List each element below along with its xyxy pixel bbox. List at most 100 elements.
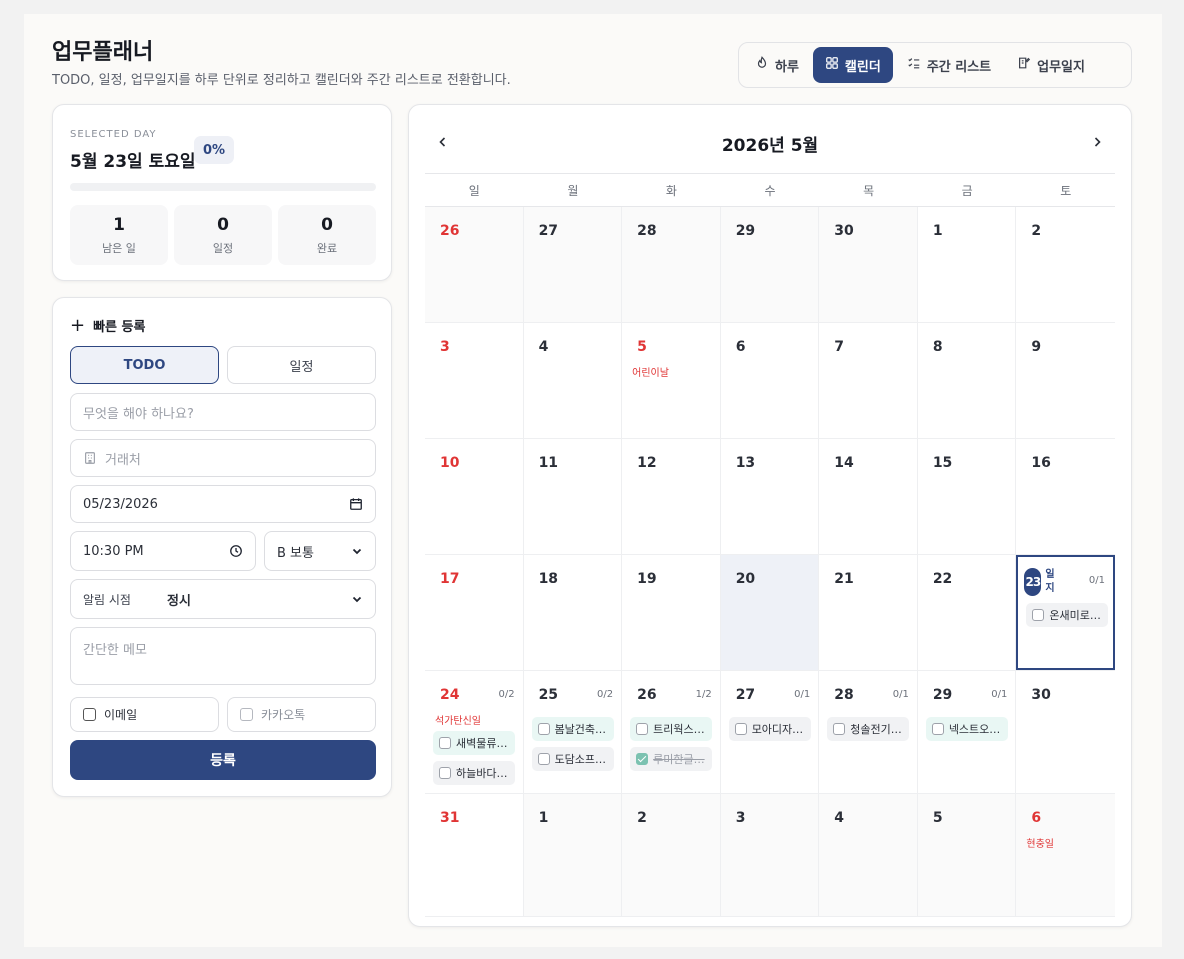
- calendar-day-cell[interactable]: 24 석가탄신일 0/2 새벽물류… 하늘바다…: [425, 671, 524, 793]
- tab-day[interactable]: 하루: [743, 47, 811, 83]
- calendar-task-chip[interactable]: 봄날건축…: [531, 717, 614, 741]
- tab-work-log-label: 업무일지: [1037, 59, 1085, 75]
- tab-weekly-list[interactable]: 주간 리스트: [895, 47, 1003, 83]
- calendar-task-chip[interactable]: 도담소프…: [531, 747, 614, 771]
- flame-icon: [755, 56, 769, 74]
- kakao-label: 카카오톡: [261, 708, 306, 722]
- task-input[interactable]: 무엇을 해야 하나요?: [70, 393, 376, 431]
- calendar-day-cell[interactable]: 30: [1016, 671, 1115, 793]
- task-checkbox[interactable]: [439, 737, 451, 749]
- calendar-day-cell[interactable]: 26: [425, 207, 524, 322]
- calendar-task-chip[interactable]: 새벽물류…: [433, 731, 515, 755]
- calendar-day-cell[interactable]: 27 0/1 모아디자…: [720, 671, 820, 793]
- day-number: 29: [735, 223, 756, 239]
- calendar-day-cell[interactable]: 8: [917, 323, 1017, 438]
- calendar-day-cell[interactable]: 6 현충일: [1016, 794, 1115, 916]
- calendar-day-cell[interactable]: 16: [1016, 439, 1115, 554]
- type-todo-button[interactable]: TODO: [70, 346, 219, 384]
- calendar-day-cell[interactable]: 3: [425, 323, 524, 438]
- calendar-task-chip[interactable]: 하늘바다…: [433, 761, 515, 785]
- type-schedule-button[interactable]: 일정: [227, 346, 376, 384]
- calendar-day-cell[interactable]: 1: [917, 207, 1017, 322]
- task-checkbox[interactable]: [636, 753, 649, 765]
- tab-calendar[interactable]: 캘린더: [812, 47, 893, 83]
- calendar-day-cell[interactable]: 15: [917, 439, 1017, 554]
- time-input[interactable]: 10:30 PM: [70, 531, 256, 571]
- calendar-day-cell[interactable]: 2: [622, 794, 721, 916]
- calendar-day-cell[interactable]: 4: [523, 323, 623, 438]
- calendar-day-cell[interactable]: 14: [819, 439, 918, 554]
- day-number: 29: [932, 687, 953, 703]
- calendar-day-cell[interactable]: 5: [917, 794, 1017, 916]
- calendar-task-chip[interactable]: 온새미로…: [1026, 603, 1109, 627]
- day-number: 31: [440, 810, 460, 826]
- plus-icon: +: [70, 314, 86, 336]
- task-checkbox[interactable]: [931, 723, 944, 735]
- submit-button[interactable]: 등록: [70, 740, 376, 780]
- calendar-day-cell[interactable]: 13: [720, 439, 820, 554]
- calendar-task-chip[interactable]: 넥스트오…: [925, 717, 1008, 741]
- task-checkbox[interactable]: [636, 723, 649, 735]
- calendar-day-cell[interactable]: 5 어린이날: [622, 323, 721, 438]
- calendar-day-cell[interactable]: 23 일지 0/1 온새미로…: [1016, 555, 1115, 670]
- clock-icon[interactable]: [229, 544, 243, 558]
- holiday-label: 현충일: [1026, 839, 1054, 850]
- calendar-day-cell[interactable]: 28 0/1 청솔전기…: [819, 671, 918, 793]
- calendar-day-cell[interactable]: 11: [523, 439, 623, 554]
- calendar-day-cell[interactable]: 9: [1016, 323, 1115, 438]
- calendar-day-cell[interactable]: 1: [523, 794, 623, 916]
- task-checkbox[interactable]: [439, 767, 451, 779]
- calendar-day-cell[interactable]: 25 0/2 봄날건축… 도담소프…: [523, 671, 623, 793]
- stats-row: 1 남은 일 0 일정 0 완료: [70, 205, 376, 265]
- date-input[interactable]: 05/23/2026: [70, 485, 376, 523]
- task-count: 0/1: [892, 689, 909, 700]
- email-checkbox[interactable]: 이메일: [70, 697, 219, 732]
- calendar-icon[interactable]: [349, 497, 363, 511]
- task-checkbox[interactable]: [833, 723, 846, 735]
- page-title: 업무플래너: [52, 40, 154, 65]
- calendar-day-cell[interactable]: 4: [819, 794, 918, 916]
- calendar-day-cell[interactable]: 29 0/1 넥스트오…: [917, 671, 1017, 793]
- calendar-day-cell[interactable]: 3: [720, 794, 820, 916]
- calendar-day-cell[interactable]: 29: [720, 207, 820, 322]
- calendar-day-cell[interactable]: 6: [720, 323, 820, 438]
- calendar-day-cell[interactable]: 20: [720, 555, 820, 670]
- calendar-day-cell[interactable]: 12: [622, 439, 721, 554]
- calendar-day-cell[interactable]: 30: [819, 207, 918, 322]
- priority-select[interactable]: B 보통: [264, 531, 376, 571]
- memo-textarea[interactable]: 간단한 메모: [70, 627, 376, 685]
- calendar-day-cell[interactable]: 28: [622, 207, 721, 322]
- calendar-day-cell[interactable]: 2: [1016, 207, 1115, 322]
- day-number: 6: [1031, 810, 1042, 826]
- task-checkbox[interactable]: [537, 753, 550, 765]
- tab-work-log[interactable]: 업무일지: [1005, 47, 1097, 83]
- client-input[interactable]: 거래처: [70, 439, 376, 477]
- next-month-button[interactable]: [1084, 129, 1110, 155]
- calendar-day-cell[interactable]: 19: [622, 555, 721, 670]
- day-number: 6: [735, 339, 746, 355]
- task-checkbox[interactable]: [537, 723, 550, 735]
- calendar-day-cell[interactable]: 27: [523, 207, 623, 322]
- calendar-task-chip[interactable]: 트리웍스…: [630, 717, 713, 741]
- day-number: 5: [637, 339, 647, 355]
- calendar-task-chip[interactable]: 루미한글…: [630, 747, 713, 771]
- task-count: 0/1: [1088, 575, 1105, 586]
- calendar-day-cell[interactable]: 21: [819, 555, 918, 670]
- calendar-task-chip[interactable]: 모아디자…: [728, 717, 811, 741]
- calendar-day-cell[interactable]: 7: [819, 323, 918, 438]
- kakao-checkbox[interactable]: 카카오톡: [227, 697, 376, 732]
- calendar-task-chip[interactable]: 청솔전기…: [827, 717, 910, 741]
- task-chip-text: 루미한글…: [653, 753, 705, 766]
- calendar-day-cell[interactable]: 17: [425, 555, 524, 670]
- calendar-day-cell[interactable]: 26 1/2 트리웍스… 루미한글…: [622, 671, 721, 793]
- calendar-day-cell[interactable]: 22: [917, 555, 1017, 670]
- task-checkbox[interactable]: [1032, 609, 1045, 621]
- alarm-select[interactable]: 알림 시점 정시: [70, 579, 376, 619]
- chevron-right-icon: [1091, 133, 1103, 152]
- calendar-day-cell[interactable]: 31: [425, 794, 524, 916]
- task-checkbox[interactable]: [734, 723, 747, 735]
- calendar-day-cell[interactable]: 18: [523, 555, 623, 670]
- day-number: 18: [538, 571, 559, 587]
- calendar-day-cell[interactable]: 10: [425, 439, 524, 554]
- time-value: 10:30 PM: [83, 543, 144, 559]
